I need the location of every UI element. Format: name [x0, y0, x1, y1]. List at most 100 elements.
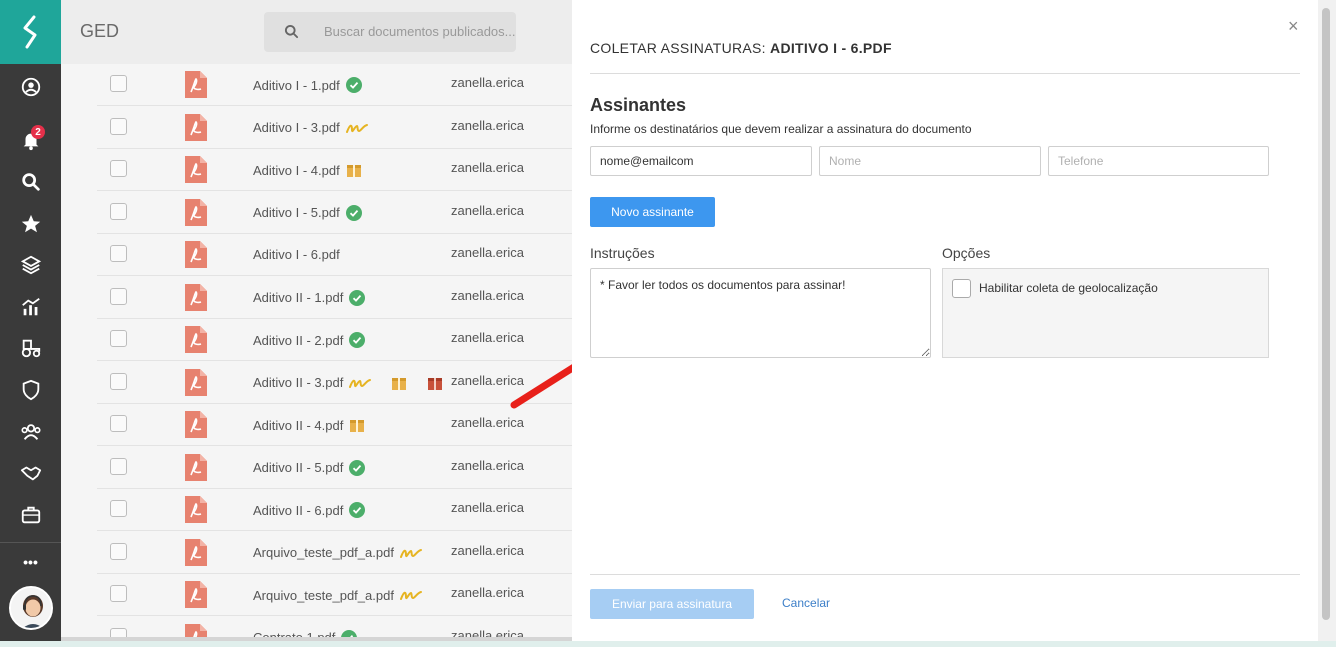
sidebar-item-search[interactable] [0, 162, 61, 202]
table-row[interactable]: Aditivo I - 5.pdf zanella.erica [97, 192, 572, 234]
status-indicator [349, 375, 372, 391]
row-checkbox[interactable] [110, 287, 127, 305]
row-checkbox[interactable] [110, 160, 127, 177]
file-name-text: Arquivo_teste_pdf_a.pdf [253, 545, 394, 560]
table-row[interactable]: Aditivo II - 1.pdf zanella.erica [97, 277, 572, 319]
file-owner: zanella.erica [451, 330, 524, 345]
file-name[interactable]: Aditivo I - 3.pdf [253, 120, 368, 136]
file-owner: zanella.erica [451, 75, 524, 90]
phone-field[interactable] [1048, 146, 1269, 176]
file-name[interactable]: Aditivo II - 4.pdf [253, 417, 365, 433]
geolocation-checkbox[interactable] [952, 279, 971, 298]
file-owner: zanella.erica [451, 287, 524, 303]
table-row[interactable]: Arquivo_teste_pdf_a.pdf zanella.erica [97, 574, 572, 616]
table-row[interactable]: Aditivo II - 4.pdf zanella.erica [97, 404, 572, 446]
file-owner: zanella.erica [451, 500, 524, 515]
bottom-strip [0, 641, 1336, 647]
divider [590, 73, 1300, 74]
sidebar-item-agro[interactable] [0, 328, 61, 368]
gift-icon [392, 377, 407, 390]
sidebar-item-favorites[interactable] [0, 204, 61, 244]
sidebar-item-partners[interactable] [0, 453, 61, 493]
check-icon [349, 289, 366, 306]
file-name[interactable]: Aditivo II - 1.pdf [253, 289, 366, 306]
chart-icon [21, 298, 40, 316]
row-checkbox[interactable] [110, 415, 127, 432]
sidebar-item-reports[interactable] [0, 287, 61, 327]
row-checkbox[interactable] [110, 245, 127, 262]
file-name[interactable]: Aditivo II - 2.pdf [253, 332, 366, 348]
instructions-textarea[interactable]: * Favor ler todos os documentos para ass… [590, 268, 931, 358]
row-checkbox[interactable] [110, 585, 127, 602]
name-field[interactable] [819, 146, 1041, 176]
file-name-text: Aditivo II - 1.pdf [253, 290, 344, 305]
row-checkbox[interactable] [110, 500, 127, 517]
file-name[interactable]: Aditivo I - 5.pdf [253, 204, 362, 221]
signature-icon [399, 548, 422, 558]
gift-red-icon [428, 377, 443, 390]
file-name-text: Aditivo I - 1.pdf [253, 77, 340, 93]
file-name[interactable]: Aditivo II - 6.pdf [253, 502, 366, 518]
status-indicator [345, 204, 362, 221]
file-owner: zanella.erica [451, 160, 524, 175]
row-checkbox[interactable] [110, 330, 127, 347]
row-checkbox[interactable] [110, 457, 127, 475]
tractor-icon [21, 339, 40, 358]
table-row[interactable]: Aditivo II - 6.pdf zanella.erica [97, 489, 572, 531]
new-signer-button[interactable]: Novo assinante [590, 197, 715, 227]
scrollbar-thumb[interactable] [1322, 8, 1330, 620]
sidebar-item-profile[interactable] [0, 67, 61, 107]
pdf-file-icon [185, 326, 207, 353]
file-name[interactable]: Aditivo II - 3.pdf [253, 375, 443, 391]
row-checkbox[interactable] [110, 202, 127, 220]
file-name-text: Aditivo I - 4.pdf [253, 162, 340, 178]
table-row[interactable]: Aditivo I - 1.pdf zanella.erica [97, 64, 572, 106]
sidebar-item-layers[interactable] [0, 245, 61, 285]
table-row[interactable]: Arquivo_teste_pdf_a.pdf zanella.erica [97, 532, 572, 574]
gift-icon [346, 165, 361, 177]
avatar[interactable] [9, 586, 53, 630]
search-input[interactable]: Buscar documentos publicados... [324, 24, 516, 39]
file-name[interactable]: Aditivo I - 4.pdf [253, 162, 362, 178]
row-checkbox[interactable] [110, 75, 127, 92]
file-name[interactable]: Aditivo II - 5.pdf [253, 459, 366, 476]
file-owner: zanella.erica [451, 585, 524, 600]
page-title: GED [80, 21, 120, 41]
modal-title-document: ADITIVO I - 6.PDF [770, 40, 892, 56]
table-row[interactable]: Aditivo I - 6.pdf zanella.erica [97, 234, 572, 276]
status-indicator [349, 332, 366, 348]
send-for-signature-button[interactable]: Enviar para assinatura [590, 589, 754, 619]
row-checkbox[interactable] [110, 542, 127, 560]
table-row[interactable]: Aditivo II - 5.pdf zanella.erica [97, 447, 572, 489]
table-row[interactable]: Aditivo I - 3.pdf zanella.erica [97, 107, 572, 149]
sidebar-item-notifications[interactable]: 2 [0, 120, 61, 160]
row-checkbox[interactable] [110, 372, 127, 390]
file-name-text: Aditivo II - 6.pdf [253, 502, 344, 518]
search-icon [284, 24, 299, 39]
file-owner: zanella.erica [451, 542, 524, 558]
search-box[interactable]: Buscar documentos publicados... [264, 12, 516, 52]
file-owner: zanella.erica [451, 372, 524, 388]
file-name[interactable]: Arquivo_teste_pdf_a.pdf [253, 587, 422, 603]
table-row[interactable]: Aditivo I - 4.pdf zanella.erica [97, 149, 572, 191]
table-row[interactable]: Aditivo II - 3.pdf zanella.erica [97, 362, 572, 404]
email-field[interactable] [590, 146, 812, 176]
app-logo[interactable] [0, 0, 61, 64]
status-indicator [345, 120, 368, 136]
sidebar-more[interactable]: ••• [0, 542, 61, 582]
close-button[interactable]: × [1288, 17, 1299, 35]
sidebar-item-security[interactable] [0, 370, 61, 410]
pdf-file-icon [185, 411, 207, 438]
file-name-text: Aditivo I - 3.pdf [253, 120, 340, 135]
sidebar: 2 ••• [0, 0, 61, 641]
handshake-icon [20, 466, 41, 481]
cancel-button[interactable]: Cancelar [782, 596, 830, 610]
row-checkbox[interactable] [110, 117, 127, 135]
sidebar-item-business[interactable] [0, 495, 61, 535]
file-name[interactable]: Arquivo_teste_pdf_a.pdf [253, 545, 422, 561]
sidebar-item-team[interactable] [0, 412, 61, 452]
table-row[interactable]: Aditivo II - 2.pdf zanella.erica [97, 319, 572, 361]
file-name[interactable]: Aditivo I - 1.pdf [253, 77, 362, 93]
user-avatar-icon [11, 588, 51, 628]
file-name[interactable]: Aditivo I - 6.pdf [253, 247, 340, 262]
